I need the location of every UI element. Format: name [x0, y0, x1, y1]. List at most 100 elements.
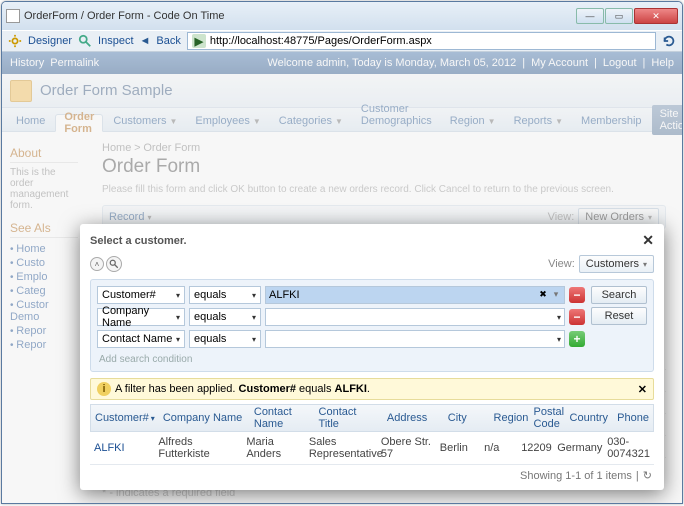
cell: 12209 — [517, 438, 553, 458]
chevron-down-icon: ▾ — [252, 313, 256, 322]
search-value-input[interactable]: ▾ — [265, 330, 565, 348]
crumb-current: Order Form — [143, 142, 200, 154]
search-value-input[interactable]: ALFKI — [265, 286, 565, 304]
search-options-icon[interactable] — [106, 256, 122, 272]
chevron-down-icon: ▾ — [643, 260, 647, 269]
chevron-down-icon[interactable]: ▾ — [550, 288, 562, 300]
filter-notice: i A filter has been applied. Customer# e… — [90, 378, 654, 400]
search-button[interactable]: Search — [591, 286, 647, 304]
window-title-bar: OrderForm / Order Form - Code On Time — … — [2, 2, 682, 30]
my-account-link[interactable]: My Account — [531, 57, 588, 69]
chevron-down-icon: ▼ — [253, 117, 261, 126]
chevron-down-icon: ▾ — [176, 291, 180, 300]
collapse-icon[interactable]: ˄ — [90, 257, 104, 271]
url-bar[interactable]: ▶ http://localhost:48775/Pages/OrderForm… — [187, 32, 656, 50]
chevron-down-icon: ▾ — [176, 335, 180, 344]
tab-membership[interactable]: Membership — [573, 111, 650, 131]
col-header[interactable]: City — [444, 405, 490, 431]
chevron-down-icon: ▾ — [252, 335, 256, 344]
col-header[interactable]: Country — [566, 405, 614, 431]
table-row[interactable]: ALFKI Alfreds Futterkiste Maria Anders S… — [90, 432, 654, 465]
sidebar-item[interactable]: • Categ — [10, 284, 78, 298]
col-header[interactable]: Address — [383, 405, 444, 431]
back-arrow-icon: ◄ — [140, 35, 151, 47]
sidebar-item[interactable]: • Custor Demo — [10, 298, 78, 324]
modal-view-selector[interactable]: Customers▾ — [579, 255, 654, 273]
tab-cust-demo[interactable]: Customer Demographics — [353, 99, 440, 131]
col-header[interactable]: Region — [490, 405, 530, 431]
col-header[interactable]: Phone — [613, 405, 653, 431]
history-link[interactable]: History — [10, 57, 44, 69]
tab-customers[interactable]: Customers▼ — [105, 111, 185, 131]
designer-link[interactable]: Designer — [28, 35, 72, 47]
sidebar-item[interactable]: • Repor — [10, 338, 78, 352]
notice-close-button[interactable]: ✕ — [638, 383, 647, 396]
remove-condition-button[interactable]: − — [569, 309, 585, 325]
info-icon: i — [97, 382, 111, 396]
remove-condition-button[interactable]: − — [569, 287, 585, 303]
go-icon: ▶ — [192, 34, 206, 48]
tab-reports[interactable]: Reports▼ — [506, 111, 571, 131]
sidebar-item[interactable]: • Repor — [10, 324, 78, 338]
url-text: http://localhost:48775/Pages/OrderForm.a… — [210, 35, 432, 47]
clear-icon[interactable]: ✖ — [537, 288, 549, 300]
chevron-down-icon: ▾ — [557, 335, 561, 344]
col-header[interactable]: Contact Title — [315, 405, 383, 431]
sidebar-item[interactable]: • Emplo — [10, 270, 78, 284]
funnel-icon: ▾ — [151, 414, 155, 423]
tab-home[interactable]: Home — [8, 111, 53, 131]
back-link[interactable]: Back — [156, 35, 180, 47]
cell: Germany — [553, 438, 603, 458]
cell: 030-0074321 — [603, 432, 654, 464]
search-op-select[interactable]: equals▾ — [189, 308, 261, 326]
chevron-down-icon: ▼ — [555, 117, 563, 126]
chevron-down-icon: ▾ — [176, 313, 180, 322]
col-header[interactable]: Contact Name — [250, 405, 315, 431]
modal-title: Select a customer. — [90, 235, 187, 247]
sidebar-item[interactable]: • Custo — [10, 256, 78, 270]
cell: Berlin — [436, 438, 480, 458]
refresh-icon[interactable] — [662, 34, 676, 48]
window-minimize-button[interactable]: — — [576, 8, 604, 24]
tab-employees[interactable]: Employees▼ — [187, 111, 268, 131]
permalink-link[interactable]: Permalink — [50, 57, 99, 69]
gear-icon — [8, 34, 22, 48]
reset-button[interactable]: Reset — [591, 307, 647, 325]
col-header[interactable]: Company Name — [159, 405, 250, 431]
modal-close-button[interactable]: ✕ — [642, 232, 654, 249]
tab-order-form[interactable]: Order Form — [55, 114, 103, 132]
chevron-down-icon: ▾ — [557, 313, 561, 322]
window-maximize-button[interactable]: ▭ — [605, 8, 633, 24]
search-value-input[interactable]: ▾ — [265, 308, 565, 326]
window-close-button[interactable]: ✕ — [634, 8, 678, 24]
chevron-down-icon: ▾ — [148, 213, 152, 222]
col-header[interactable]: Postal Code — [530, 405, 566, 431]
about-heading: About — [10, 146, 78, 163]
col-header[interactable]: Customer#▾ — [91, 405, 159, 431]
chevron-down-icon: ▼ — [170, 117, 178, 126]
site-actions-button[interactable]: Site Actions▼ — [652, 105, 682, 135]
add-condition-button[interactable]: + — [569, 331, 585, 347]
sidebar-item[interactable]: • Home — [10, 242, 78, 256]
logout-link[interactable]: Logout — [603, 57, 637, 69]
search-op-select[interactable]: equals▾ — [189, 286, 261, 304]
cell: Alfreds Futterkiste — [154, 432, 242, 464]
help-link[interactable]: Help — [651, 57, 674, 69]
cell: Sales Representative — [305, 432, 377, 464]
refresh-icon[interactable]: ↻ — [643, 469, 652, 482]
record-menu[interactable]: Record ▾ — [109, 211, 152, 223]
tab-categories[interactable]: Categories▼ — [271, 111, 351, 131]
cell: n/a — [480, 438, 517, 458]
add-search-condition-link[interactable]: Add search condition — [97, 352, 585, 365]
chevron-down-icon: ▼ — [335, 117, 343, 126]
chevron-down-icon: ▼ — [488, 117, 496, 126]
search-op-select[interactable]: equals▾ — [189, 330, 261, 348]
search-field-select[interactable]: Company Name▾ — [97, 308, 185, 326]
crumb-home[interactable]: Home — [102, 142, 131, 154]
cell-customer-id[interactable]: ALFKI — [90, 438, 154, 458]
search-field-select[interactable]: Contact Name▾ — [97, 330, 185, 348]
about-text: This is the order management form. — [10, 167, 78, 211]
inspect-link[interactable]: Inspect — [98, 35, 133, 47]
search-field-select[interactable]: Customer#▾ — [97, 286, 185, 304]
tab-region[interactable]: Region▼ — [442, 111, 504, 131]
